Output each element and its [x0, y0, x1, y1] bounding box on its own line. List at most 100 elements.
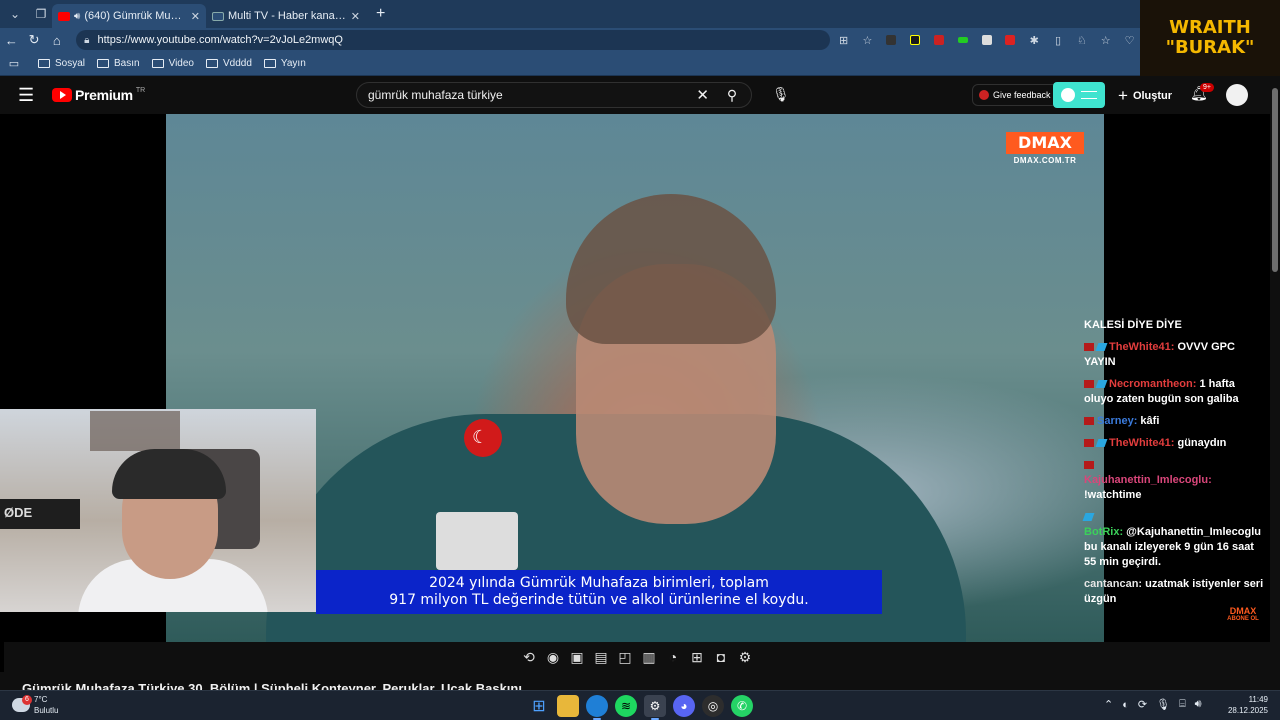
- notifications-button[interactable]: 🔔︎ 9+: [1190, 83, 1214, 102]
- scrollbar-thumb[interactable]: [1272, 88, 1278, 272]
- hamburger-menu-icon[interactable]: ☰: [18, 85, 38, 106]
- folder-icon: [263, 59, 276, 68]
- close-tab-icon[interactable]: ✕: [191, 10, 200, 23]
- create-button[interactable]: + Oluştur: [1118, 86, 1172, 106]
- feedback-icon: [979, 90, 989, 100]
- multitv-favicon-icon: [212, 11, 224, 21]
- picture-in-picture-icon[interactable]: ◰: [613, 649, 637, 666]
- reload-icon[interactable]: ↻: [23, 32, 46, 48]
- logo-text: Premium: [75, 87, 133, 103]
- tab-multitv[interactable]: Multi TV - Haber kanallarını aynı a ✕: [206, 4, 366, 28]
- browser-essentials-icon[interactable]: ♘: [1072, 32, 1093, 48]
- speed-icon[interactable]: ◔: [661, 649, 685, 665]
- microphone-icon[interactable]: 🎙︎: [1156, 698, 1170, 711]
- bookmark-folder-sosyal[interactable]: Sosyal: [38, 58, 85, 69]
- extension-4-icon[interactable]: [952, 32, 973, 48]
- clear-search-icon[interactable]: ✕: [696, 86, 709, 104]
- account-avatar[interactable]: [1226, 84, 1248, 106]
- chat-text: KALESİ DİYE DİYE: [1084, 319, 1182, 331]
- bookmark-label: Yayın: [280, 58, 306, 69]
- bookmark-label: Basın: [114, 58, 140, 69]
- collections-icon[interactable]: ▭: [2, 57, 26, 70]
- spotify-icon[interactable]: ≋: [615, 695, 637, 717]
- bookmark-label: Sosyal: [55, 58, 86, 69]
- dmax-logo: DMAX: [1006, 132, 1084, 154]
- theme-toggle[interactable]: [1053, 82, 1105, 108]
- weather-widget[interactable]: 6 7°C Bulutlu: [12, 694, 58, 716]
- network-icon[interactable]: ⌸: [1179, 698, 1186, 711]
- system-tray: ⌃ ◐ ⟳ 🎙︎ ⌸ 🔊︎: [1104, 698, 1211, 711]
- watch-later-icon[interactable]: ▣: [565, 649, 589, 666]
- back-arrow-icon[interactable]: ←: [0, 33, 23, 48]
- close-tab-icon[interactable]: ✕: [351, 10, 360, 23]
- extension-1-icon[interactable]: [881, 32, 902, 48]
- bookmark-folder-yayin[interactable]: Yayın: [263, 58, 306, 69]
- extension-5-icon[interactable]: [976, 32, 997, 48]
- youtube-header: ☰ Premium TR gümrük muhafaza türkiye ✕ ⚲…: [0, 76, 1270, 114]
- cloud-icon: 6: [12, 695, 32, 712]
- volume-icon[interactable]: 🔊︎: [1195, 698, 1202, 711]
- chat-text: kâfi: [1140, 415, 1160, 427]
- edge-browser-icon[interactable]: [586, 695, 608, 720]
- favorites-icon[interactable]: ☆: [1095, 32, 1116, 48]
- tab-youtube[interactable]: 🔊︎ (640) Gümrük Muhafaza Türkiy ✕: [52, 4, 206, 28]
- film-icon[interactable]: ▤: [589, 649, 613, 666]
- steam-icon[interactable]: ⚙: [644, 695, 666, 720]
- address-bar[interactable]: 🔒︎ https://www.youtube.com/watch?v=2vJoL…: [76, 30, 831, 50]
- chat-message: TheWhite41: günaydın: [1080, 436, 1270, 451]
- dmax-watermark: DMAX DMAX.COM.TR: [1006, 132, 1084, 168]
- logo-region: TR: [135, 86, 146, 94]
- screenshot-plus-icon[interactable]: ⊞: [685, 649, 709, 666]
- microphone-brand: ØDE: [4, 505, 33, 520]
- time: 11:49: [1248, 695, 1268, 704]
- settings-gear-icon[interactable]: ⚙: [733, 649, 757, 666]
- sync-icon[interactable]: ⟳: [1138, 698, 1147, 711]
- diamond-icon: [1095, 439, 1108, 448]
- cinema-mode-icon[interactable]: ▥: [637, 649, 661, 666]
- heart-pulse-icon[interactable]: ♡: [1119, 32, 1140, 48]
- favorite-star-icon[interactable]: ☆: [857, 32, 878, 48]
- split-screen-icon[interactable]: ▯: [1048, 32, 1069, 48]
- caption-line-2: 917 milyon TL değerinde tütün ve alkol ü…: [389, 592, 809, 608]
- bookmark-folder-vdddd[interactable]: Vdddd: [206, 58, 252, 69]
- whatsapp-icon[interactable]: ✆: [731, 695, 753, 717]
- windows-start-icon[interactable]: ⊞: [528, 695, 550, 717]
- search-box[interactable]: gümrük muhafaza türkiye ✕ ⚲: [356, 82, 752, 108]
- speaker-icon[interactable]: 🔊︎: [74, 11, 80, 22]
- search-icon[interactable]: ⚲: [723, 87, 741, 104]
- bookmark-folder-basin[interactable]: Basın: [97, 58, 140, 69]
- file-explorer-icon[interactable]: [557, 695, 579, 717]
- date: 28.12.2025: [1227, 706, 1268, 715]
- bookmark-folder-video[interactable]: Video: [151, 58, 194, 69]
- app-available-icon[interactable]: ⊞: [833, 32, 854, 48]
- give-feedback-button[interactable]: Give feedback: [972, 84, 1058, 106]
- page-scrollbar[interactable]: [1270, 76, 1280, 690]
- workspaces-icon[interactable]: ❐: [30, 3, 52, 25]
- broadcast-icon[interactable]: ◉: [541, 649, 565, 666]
- chat-username: TheWhite41:: [1109, 341, 1175, 353]
- bookmark-label: Vdddd: [223, 58, 252, 69]
- youtube-logo[interactable]: Premium TR: [52, 87, 145, 103]
- tab-actions-menu-icon[interactable]: ⌄: [4, 3, 26, 25]
- new-tab-plus-icon[interactable]: +: [376, 5, 385, 23]
- chevron-up-icon[interactable]: ⌃: [1104, 698, 1113, 711]
- player-extra-controls: ⟲ ◉ ▣ ▤ ◰ ▥ ◔ ⊞ ◘ ⚙: [4, 642, 1270, 672]
- clock[interactable]: 11:49 28.12.2025: [1222, 694, 1268, 716]
- extension-6-icon[interactable]: [1000, 32, 1021, 48]
- streamer-webcam: ØDE: [0, 409, 316, 612]
- extension-3-icon[interactable]: [929, 32, 950, 48]
- voice-search-mic-icon[interactable]: 🎙︎: [772, 86, 790, 103]
- extensions-puzzle-icon[interactable]: ✱: [1024, 32, 1045, 48]
- chat-text: günaydın: [1177, 437, 1227, 449]
- dmax-subscribe-text: ABONE OL: [1227, 616, 1259, 622]
- discord-icon[interactable]: ◕: [673, 695, 695, 717]
- obs-icon[interactable]: ◎: [702, 695, 724, 717]
- home-icon[interactable]: ⌂: [45, 33, 68, 48]
- badge-icon: [1084, 343, 1094, 352]
- chat-username: Sarney:: [1097, 415, 1138, 427]
- loop-icon[interactable]: ⟲: [517, 649, 541, 666]
- tray-app-icon[interactable]: ◐: [1122, 699, 1129, 711]
- extension-2-icon[interactable]: [905, 32, 926, 48]
- camera-icon[interactable]: ◘: [709, 649, 733, 665]
- search-input[interactable]: gümrük muhafaza türkiye: [368, 88, 696, 102]
